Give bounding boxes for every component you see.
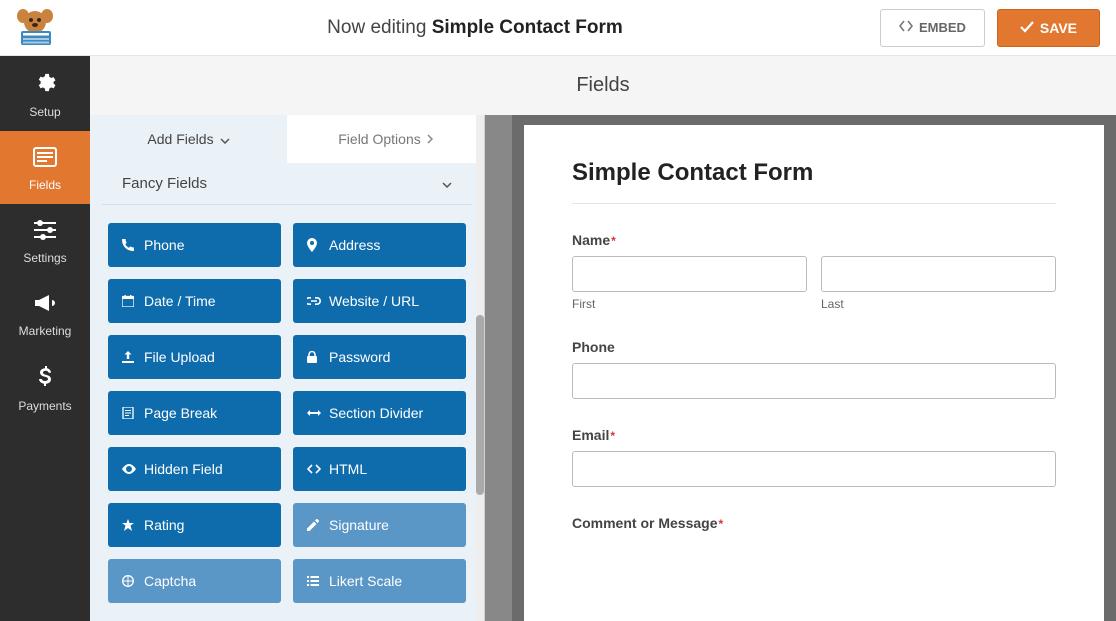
field-type-signature[interactable]: Signature <box>293 503 466 547</box>
code-icon <box>899 20 913 35</box>
gear-icon <box>34 72 56 100</box>
nav-payments[interactable]: Payments <box>0 350 90 425</box>
field-type-label: Password <box>329 349 390 365</box>
dollar-icon <box>38 366 52 394</box>
nav-fields-label: Fields <box>29 178 61 192</box>
phone-icon <box>122 239 136 251</box>
field-type-label: Address <box>329 237 380 253</box>
pencil-icon <box>307 519 321 531</box>
pin-icon <box>307 238 321 252</box>
arrows-icon <box>307 409 321 417</box>
field-type-label: Rating <box>144 517 184 533</box>
embed-label: EMBED <box>919 20 966 35</box>
preview-gutter <box>485 115 512 621</box>
field-comment[interactable]: Comment or Message* <box>572 515 1056 531</box>
section-fancy-fields[interactable]: Fancy Fields <box>102 163 472 205</box>
form-name-title: Simple Contact Form <box>432 17 623 38</box>
sublabel-first: First <box>572 297 807 311</box>
field-type-password[interactable]: Password <box>293 335 466 379</box>
link-icon <box>307 297 321 305</box>
input-phone[interactable] <box>572 363 1056 399</box>
eye-icon <box>122 464 136 474</box>
tab-field-options[interactable]: Field Options <box>287 115 484 163</box>
field-email[interactable]: Email* <box>572 427 1056 487</box>
nav-settings-label: Settings <box>23 251 66 265</box>
field-type-date-time[interactable]: Date / Time <box>108 279 281 323</box>
list-icon <box>307 576 321 586</box>
tab-add-fields[interactable]: Add Fields <box>90 115 287 163</box>
section-header: Fields <box>90 56 1116 115</box>
required-asterisk: * <box>718 517 723 531</box>
field-type-label: Section Divider <box>329 405 423 421</box>
save-button[interactable]: SAVE <box>997 9 1100 47</box>
nav-settings[interactable]: Settings <box>0 204 90 277</box>
field-type-label: Captcha <box>144 573 196 589</box>
field-type-page-break[interactable]: Page Break <box>108 391 281 435</box>
field-type-website-url[interactable]: Website / URL <box>293 279 466 323</box>
field-type-label: Hidden Field <box>144 461 223 477</box>
preview-area: Simple Contact Form Name* First <box>512 115 1116 621</box>
app-logo <box>0 0 70 56</box>
left-sidebar: Setup Fields Settings Marketing Payments <box>0 56 90 621</box>
top-bar: Now editing Simple Contact Form EMBED SA… <box>0 0 1116 56</box>
chevron-down-icon <box>220 131 230 147</box>
form-preview-title: Simple Contact Form <box>572 159 1056 187</box>
pagebreak-icon <box>122 407 136 419</box>
lock-icon <box>307 351 321 363</box>
input-last-name[interactable] <box>821 256 1056 292</box>
nav-marketing[interactable]: Marketing <box>0 277 90 350</box>
field-type-label: File Upload <box>144 349 215 365</box>
field-type-label: Signature <box>329 517 389 533</box>
check-icon <box>1020 20 1034 36</box>
chevron-down-icon <box>442 175 452 192</box>
form-icon <box>33 147 57 173</box>
nav-setup[interactable]: Setup <box>0 56 90 131</box>
field-type-label: HTML <box>329 461 367 477</box>
divider <box>572 203 1056 204</box>
field-type-label: Likert Scale <box>329 573 402 589</box>
field-type-hidden-field[interactable]: Hidden Field <box>108 447 281 491</box>
field-name[interactable]: Name* First Last <box>572 232 1056 311</box>
calendar-icon <box>122 295 136 307</box>
page-title: Now editing Simple Contact Form <box>70 17 880 39</box>
field-type-label: Page Break <box>144 405 217 421</box>
star-icon <box>122 519 136 531</box>
panel-scrollbar[interactable] <box>476 115 484 621</box>
field-phone[interactable]: Phone <box>572 339 1056 399</box>
field-type-label: Date / Time <box>144 293 216 309</box>
input-email[interactable] <box>572 451 1056 487</box>
nav-fields[interactable]: Fields <box>0 131 90 204</box>
field-type-likert-scale[interactable]: Likert Scale <box>293 559 466 603</box>
field-type-label: Phone <box>144 237 184 253</box>
input-first-name[interactable] <box>572 256 807 292</box>
field-type-captcha[interactable]: Captcha <box>108 559 281 603</box>
scrollbar-thumb[interactable] <box>476 315 484 495</box>
field-type-rating[interactable]: Rating <box>108 503 281 547</box>
field-type-address[interactable]: Address <box>293 223 466 267</box>
field-type-file-upload[interactable]: File Upload <box>108 335 281 379</box>
sliders-icon <box>34 220 56 246</box>
upload-icon <box>122 351 136 363</box>
code-icon <box>307 464 321 474</box>
embed-button[interactable]: EMBED <box>880 9 985 47</box>
shield-icon <box>122 575 136 587</box>
field-type-phone[interactable]: Phone <box>108 223 281 267</box>
nav-setup-label: Setup <box>29 105 60 119</box>
bullhorn-icon <box>34 293 56 319</box>
sublabel-last: Last <box>821 297 1056 311</box>
nav-marketing-label: Marketing <box>19 324 72 338</box>
field-type-section-divider[interactable]: Section Divider <box>293 391 466 435</box>
save-label: SAVE <box>1040 20 1077 36</box>
editing-prefix: Now editing <box>327 17 426 38</box>
fields-panel: Add Fields Field Options Fancy Fields <box>90 115 485 621</box>
required-asterisk: * <box>611 234 616 248</box>
nav-payments-label: Payments <box>18 399 71 413</box>
chevron-right-icon <box>427 131 433 147</box>
field-type-html[interactable]: HTML <box>293 447 466 491</box>
required-asterisk: * <box>610 429 615 443</box>
field-type-label: Website / URL <box>329 293 419 309</box>
